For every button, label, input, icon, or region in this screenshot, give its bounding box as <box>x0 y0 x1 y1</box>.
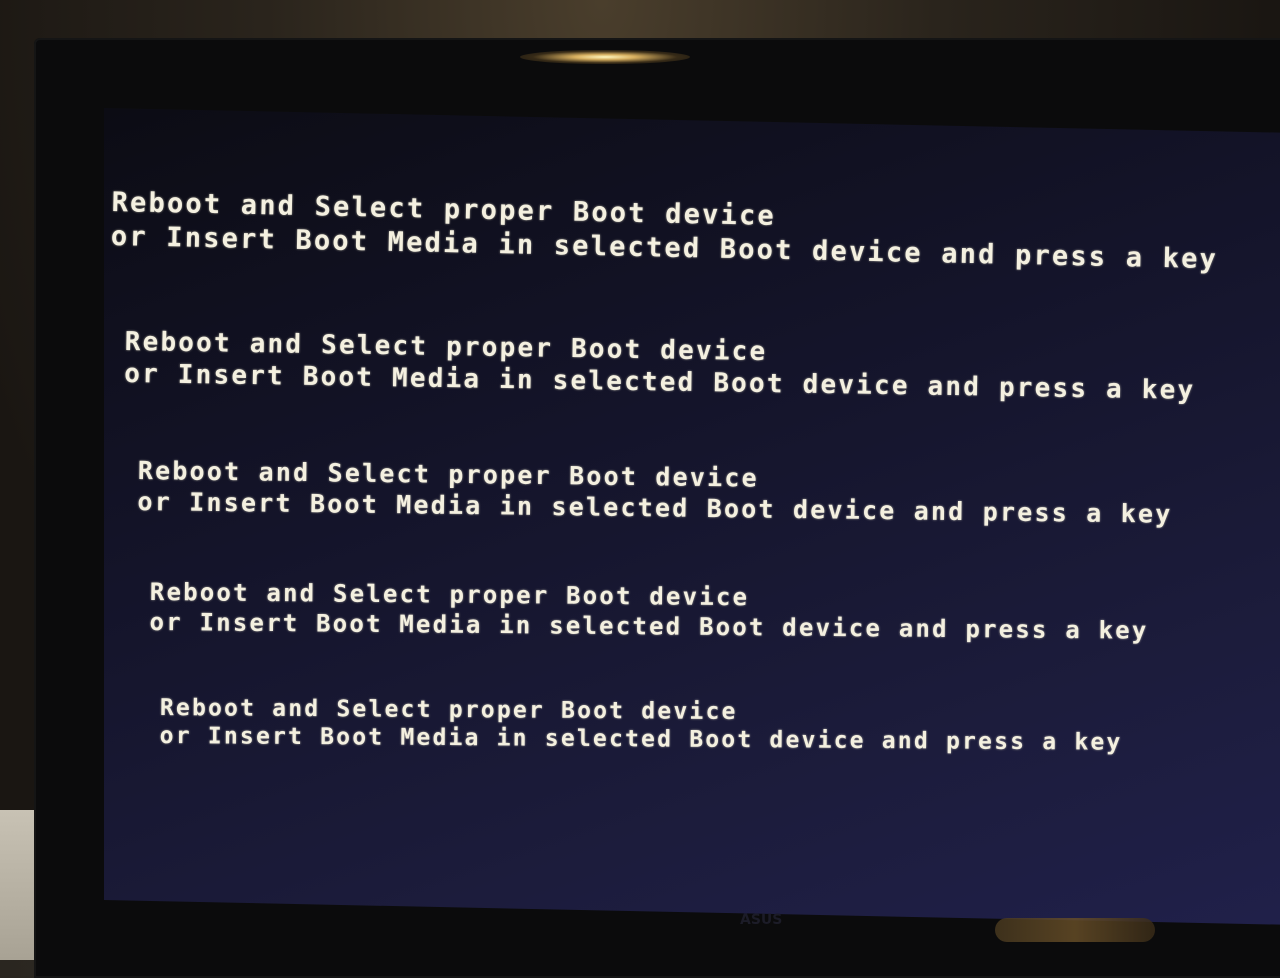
boot-error-message: Reboot and Select proper Boot device or I… <box>137 455 1173 530</box>
boot-error-message: Reboot and Select proper Boot device or I… <box>149 577 1148 646</box>
monitor-logo: ASUS <box>740 912 783 928</box>
light-reflection <box>520 50 690 64</box>
boot-error-message: Reboot and Select proper Boot device or I… <box>160 694 1123 757</box>
monitor-sticker <box>995 918 1155 942</box>
